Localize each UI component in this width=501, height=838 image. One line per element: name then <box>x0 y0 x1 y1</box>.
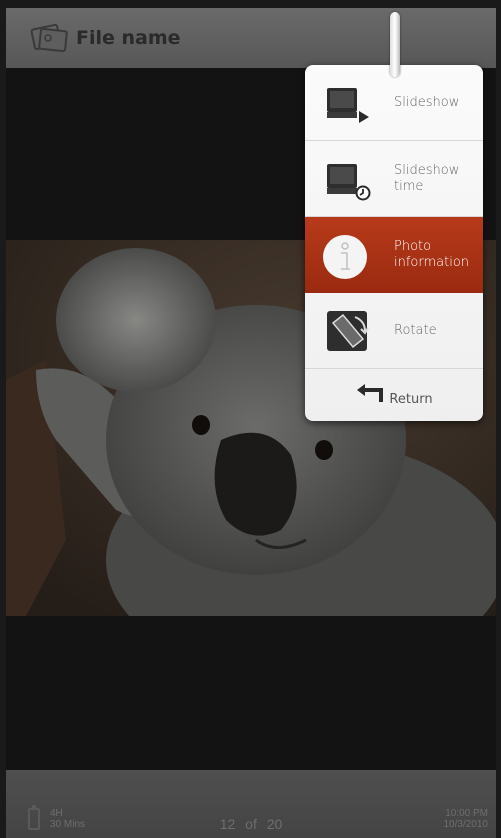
menu-item-label: Photo information <box>394 239 470 270</box>
status-bar: 4H 30 Mins 12 of 20 10:00 PM 10/3/2010 <box>6 770 496 838</box>
clock-date: 10/3/2010 <box>443 819 489 830</box>
photo-counter: 12 of 20 <box>6 816 496 832</box>
menu-item-photo-information[interactable]: Photo information <box>305 217 483 293</box>
menu-item-label: Slideshow <box>394 94 460 110</box>
menu-pull-handle[interactable] <box>390 12 400 77</box>
menu-item-slideshow-time[interactable]: Slideshow time <box>305 141 483 217</box>
rotate-icon <box>325 309 371 351</box>
slideshow-timer-icon <box>325 161 371 201</box>
menu-item-label: Slideshow time <box>394 162 460 194</box>
photo-album-icon <box>30 21 70 55</box>
menu-item-rotate[interactable]: Rotate <box>305 293 483 369</box>
counter-total: 20 <box>266 816 283 832</box>
datetime: 10:00 PM 10/3/2010 <box>444 808 489 830</box>
clock-time: 10:00 PM <box>445 808 488 819</box>
return-arrow-icon <box>355 382 385 408</box>
counter-of: of <box>245 816 257 832</box>
counter-current: 12 <box>219 816 236 832</box>
slideshow-icon <box>325 85 371 125</box>
options-menu: Slideshow Slideshow time Photo informati… <box>305 65 483 421</box>
info-icon <box>321 233 369 281</box>
return-button[interactable]: Return <box>305 369 483 421</box>
header-bar: File name <box>6 8 496 68</box>
return-label: Return <box>389 391 433 407</box>
menu-item-label: Rotate <box>394 322 437 338</box>
file-name-title: File name <box>76 27 181 49</box>
